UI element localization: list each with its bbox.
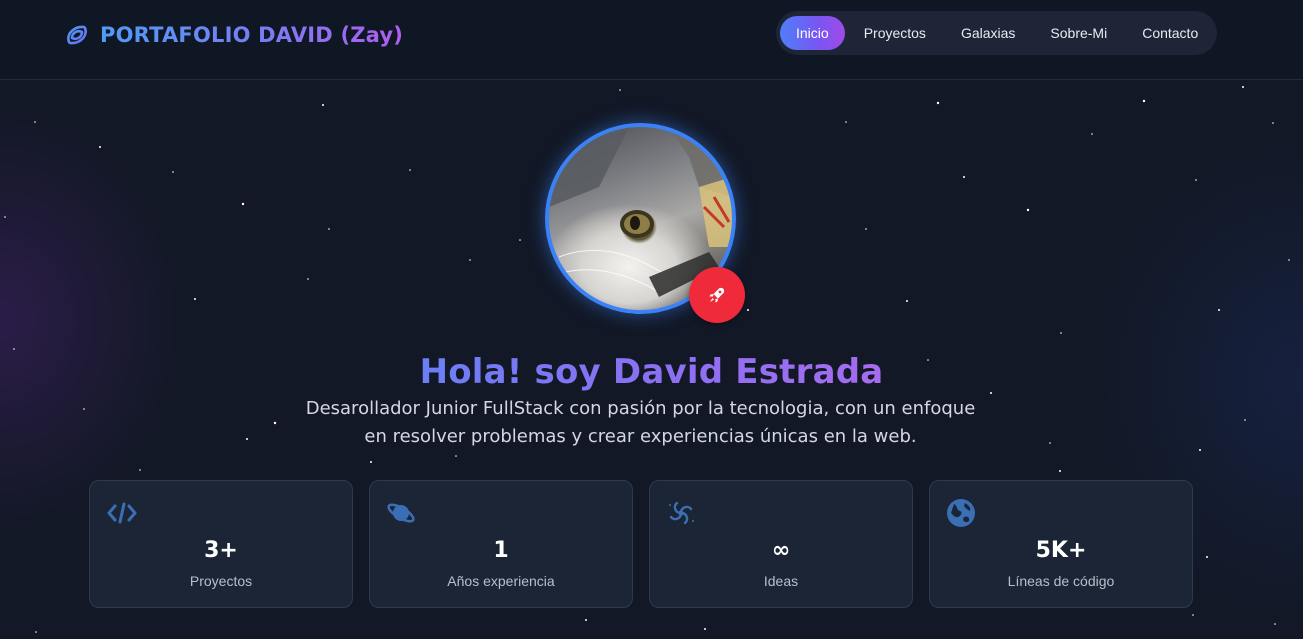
stat-card-experiencia: 1 Años experiencia [369, 480, 633, 608]
hero-subtitle: Desarollador Junior FullStack con pasión… [305, 398, 976, 447]
stat-label: Proyectos [189, 573, 253, 589]
page: PORTAFOLIO DAVID (Zay) Inicio Proyectos … [0, 0, 1303, 639]
rocket-icon [709, 287, 725, 303]
profile-avatar-container [545, 123, 745, 323]
rocket-badge [689, 267, 745, 323]
brand[interactable]: PORTAFOLIO DAVID (Zay) [64, 20, 403, 50]
main-nav: Inicio Proyectos Galaxias Sobre-Mi Conta… [776, 11, 1217, 55]
stat-value: 3+ [204, 538, 238, 563]
nav-item-proyectos[interactable]: Proyectos [848, 16, 942, 50]
stats-row: 3+ Proyectos 1 Años experiencia ∞ Ideas … [89, 480, 1194, 608]
hero-title: Hola! soy David Estrada [0, 352, 1303, 392]
galaxy-icon [666, 499, 698, 527]
stat-value: ∞ [771, 538, 791, 563]
hero-title-text: Hola! soy David Estrada [419, 352, 884, 392]
stat-card-ideas: ∞ Ideas [649, 480, 913, 608]
stat-value: 5K+ [1035, 538, 1087, 563]
code-icon [106, 499, 138, 527]
nav-item-galaxias[interactable]: Galaxias [945, 16, 1031, 50]
site-header: PORTAFOLIO DAVID (Zay) Inicio Proyectos … [0, 0, 1303, 80]
stat-label: Líneas de código [1007, 573, 1115, 589]
globe-icon [946, 499, 978, 527]
brand-title: PORTAFOLIO DAVID (Zay) [100, 23, 404, 47]
stat-label: Ideas [763, 573, 799, 589]
stat-value: 1 [493, 538, 509, 563]
stat-card-lineas: 5K+ Líneas de código [929, 480, 1193, 608]
nav-item-contacto[interactable]: Contacto [1126, 16, 1214, 50]
stat-label: Años experiencia [447, 573, 555, 589]
galaxy-logo-icon [67, 25, 87, 45]
planet-icon [386, 499, 418, 527]
nav-item-inicio[interactable]: Inicio [780, 16, 845, 50]
stat-card-proyectos: 3+ Proyectos [89, 480, 353, 608]
nav-item-sobre-mi[interactable]: Sobre-Mi [1034, 16, 1123, 50]
